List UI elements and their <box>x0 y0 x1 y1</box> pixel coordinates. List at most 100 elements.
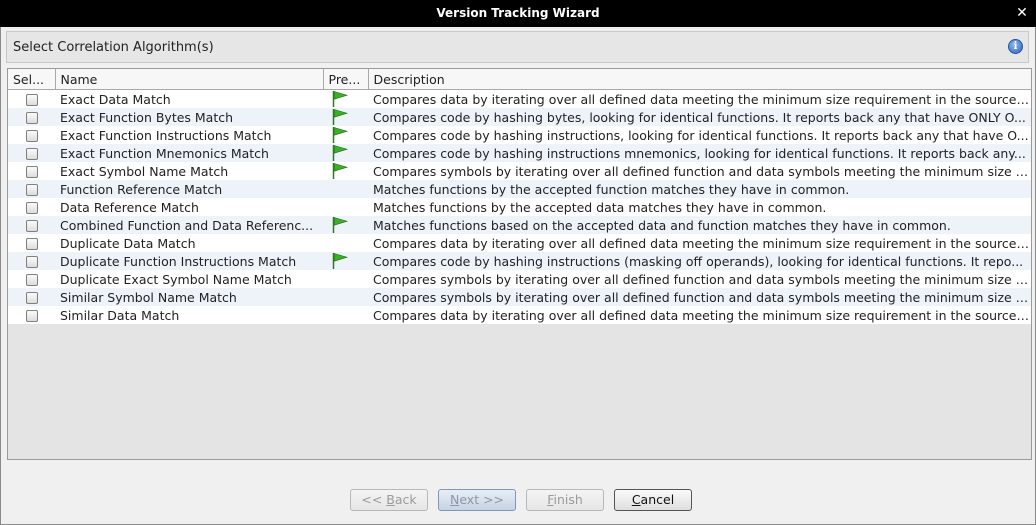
close-icon[interactable]: ✕ <box>1014 4 1030 22</box>
table-row[interactable]: Similar Data Match Compares data by itera… <box>8 306 1031 324</box>
preferred-cell <box>323 198 368 216</box>
select-cell <box>8 252 55 270</box>
preferred-cell <box>323 270 368 288</box>
table-row[interactable]: Exact Data Match Compares data by iterati… <box>8 89 1031 108</box>
column-header-name[interactable]: Name <box>55 69 324 90</box>
select-checkbox[interactable] <box>25 238 38 250</box>
select-checkbox[interactable] <box>25 184 38 196</box>
table-row[interactable]: Duplicate Exact Symbol Name Match Compare… <box>8 270 1031 288</box>
algorithm-table: Sel... Name Pre... Description Exact Dat… <box>8 69 1031 324</box>
preferred-cell <box>323 144 368 162</box>
description-cell: Compares code by hashing bytes, looking … <box>368 108 1031 126</box>
name-cell: Exact Function Bytes Match <box>55 108 323 126</box>
select-cell <box>8 144 55 162</box>
name-cell: Exact Function Instructions Match <box>55 126 323 144</box>
preferred-flag-icon <box>332 163 349 179</box>
name-cell: Exact Symbol Name Match <box>55 162 323 180</box>
preferred-cell <box>323 162 368 180</box>
select-checkbox[interactable] <box>25 166 38 178</box>
table-row[interactable]: Exact Function Bytes Match Compares code … <box>8 108 1031 126</box>
preferred-flag-icon <box>332 145 349 161</box>
name-cell: Combined Function and Data Referenc... <box>55 216 323 234</box>
select-cell <box>8 306 55 324</box>
table-row[interactable]: Duplicate Function Instructions Match Com… <box>8 252 1031 270</box>
description-cell: Matches functions by the accepted data m… <box>368 198 1031 216</box>
preferred-flag-icon <box>332 217 349 233</box>
table-row[interactable]: Function Reference Match Matches function… <box>8 180 1031 198</box>
table-row[interactable]: Similar Symbol Name Match Compares symbol… <box>8 288 1031 306</box>
description-cell: Compares code by hashing instructions (m… <box>368 252 1031 270</box>
name-cell: Duplicate Function Instructions Match <box>55 252 323 270</box>
select-cell <box>8 180 55 198</box>
preferred-flag-icon <box>332 127 349 143</box>
name-cell: Function Reference Match <box>55 180 323 198</box>
column-header-select[interactable]: Sel... <box>8 69 56 90</box>
cancel-label-post: ancel <box>640 492 675 507</box>
cancel-label-mnemonic: C <box>631 492 641 507</box>
select-checkbox[interactable] <box>25 274 38 286</box>
select-cell <box>8 234 55 252</box>
preferred-cell <box>323 252 368 270</box>
preferred-cell <box>323 234 368 252</box>
description-cell: Compares code by hashing instructions, l… <box>368 126 1031 144</box>
name-cell: Exact Data Match <box>55 89 323 108</box>
select-cell <box>8 288 55 306</box>
cancel-button[interactable]: Cancel <box>614 489 692 511</box>
column-header-preferred[interactable]: Pre... <box>323 69 369 90</box>
select-cell <box>8 198 55 216</box>
select-checkbox[interactable] <box>25 130 38 142</box>
name-cell: Data Reference Match <box>55 198 323 216</box>
preferred-cell <box>323 89 368 108</box>
table-row[interactable]: Exact Symbol Name Match Compares symbols … <box>8 162 1031 180</box>
table-header-row: Sel... Name Pre... Description <box>8 69 1031 90</box>
name-cell: Similar Data Match <box>55 306 323 324</box>
algorithm-table-container: Sel... Name Pre... Description Exact Dat… <box>7 68 1032 460</box>
table-row[interactable]: Duplicate Data Match Compares data by ite… <box>8 234 1031 252</box>
back-label-post: ack <box>394 492 417 507</box>
select-checkbox[interactable] <box>25 202 38 214</box>
table-row[interactable]: Combined Function and Data Referenc... Ma… <box>8 216 1031 234</box>
select-checkbox[interactable] <box>25 112 38 124</box>
table-row[interactable]: Exact Function Instructions Match Compare… <box>8 126 1031 144</box>
select-cell <box>8 270 55 288</box>
preferred-cell <box>323 216 368 234</box>
window-title: Version Tracking Wizard <box>436 6 600 20</box>
select-checkbox[interactable] <box>25 94 38 106</box>
select-cell <box>8 162 55 180</box>
select-checkbox[interactable] <box>25 220 38 232</box>
back-button[interactable]: << Back <box>350 489 428 511</box>
name-cell: Similar Symbol Name Match <box>55 288 323 306</box>
table-row[interactable]: Exact Function Mnemonics Match Compares c… <box>8 144 1031 162</box>
select-cell <box>8 216 55 234</box>
preferred-cell <box>323 288 368 306</box>
description-cell: Compares data by iterating over all defi… <box>368 234 1031 252</box>
preferred-cell <box>323 306 368 324</box>
table-row[interactable]: Data Reference Match Matches functions by… <box>8 198 1031 216</box>
select-checkbox[interactable] <box>25 310 38 322</box>
preferred-flag-icon <box>332 253 349 269</box>
name-cell: Exact Function Mnemonics Match <box>55 144 323 162</box>
description-cell: Matches functions based on the accepted … <box>368 216 1031 234</box>
select-checkbox[interactable] <box>25 292 38 304</box>
info-icon[interactable]: i <box>1008 39 1023 54</box>
preferred-cell <box>323 180 368 198</box>
finish-button[interactable]: Finish <box>526 489 604 511</box>
back-label-pre: << <box>361 492 387 507</box>
select-checkbox[interactable] <box>25 256 38 268</box>
select-cell <box>8 126 55 144</box>
back-label-mnemonic: B <box>386 492 395 507</box>
panel-title: Select Correlation Algorithm(s) <box>13 40 214 55</box>
description-cell: Matches functions by the accepted functi… <box>368 180 1031 198</box>
description-cell: Compares symbols by iterating over all d… <box>368 288 1031 306</box>
next-label-mnemonic: N <box>449 492 460 507</box>
description-cell: Compares code by hashing instructions mn… <box>368 144 1031 162</box>
column-header-description[interactable]: Description <box>368 69 1031 90</box>
window-titlebar: Version Tracking Wizard ✕ <box>0 0 1036 27</box>
select-cell <box>8 108 55 126</box>
preferred-cell <box>323 126 368 144</box>
description-cell: Compares symbols by iterating over all d… <box>368 270 1031 288</box>
select-checkbox[interactable] <box>25 148 38 160</box>
wizard-frame: Select Correlation Algorithm(s) i Sel...… <box>0 27 1036 525</box>
next-button[interactable]: Next >> <box>438 489 516 511</box>
preferred-flag-icon <box>332 91 349 107</box>
